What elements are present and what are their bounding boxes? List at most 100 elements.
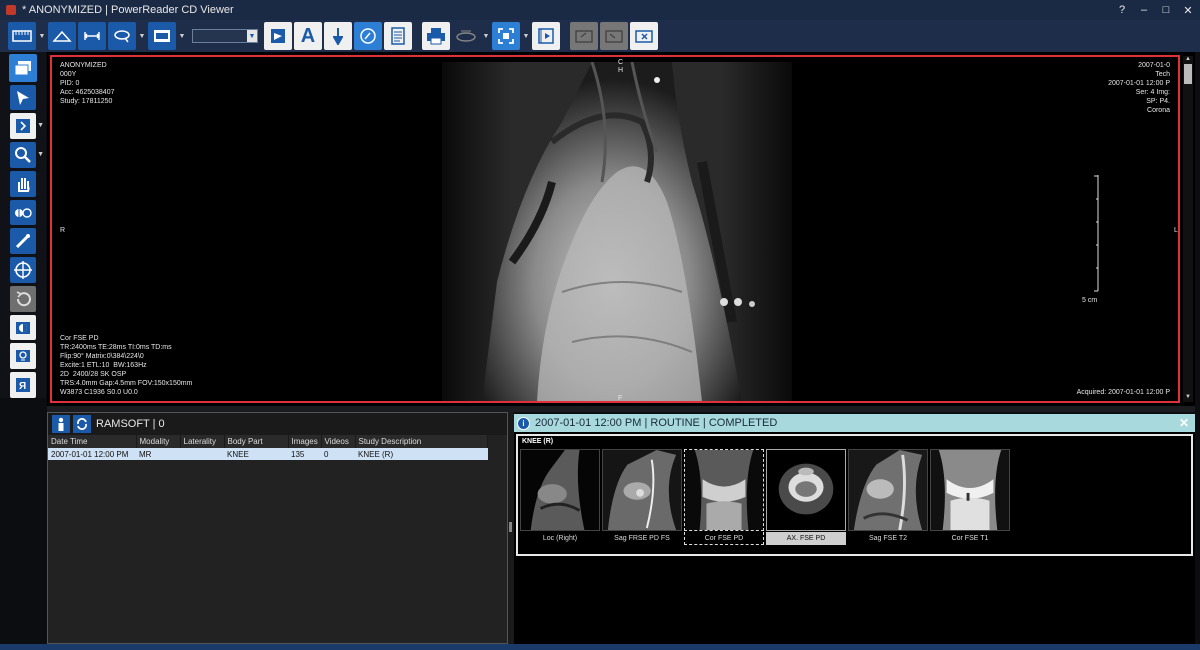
export-icon[interactable] — [570, 22, 598, 50]
key-image-icon[interactable] — [264, 22, 292, 50]
overlay-series-info: 2007-01-0 Tech 2007-01-01 12:00 P Ser: 4… — [1108, 62, 1170, 114]
text-annotation-icon[interactable]: A — [294, 22, 322, 50]
pointer-icon[interactable] — [10, 84, 36, 111]
close-study-icon[interactable] — [630, 22, 658, 50]
zoom-icon[interactable]: ▼ — [10, 142, 44, 168]
reset-icon[interactable] — [10, 285, 36, 312]
pan-icon[interactable] — [10, 170, 36, 197]
arrow-annotation-icon[interactable] — [324, 22, 352, 50]
series-panel: i 2007-01-01 12:00 PM | ROUTINE | COMPLE… — [514, 414, 1195, 644]
maximize-button[interactable]: □ — [1160, 4, 1172, 16]
measure-angle-icon[interactable] — [48, 22, 76, 50]
cell-date-time: 2007-01-01 12:00 PM — [48, 448, 136, 460]
cine-loop-icon[interactable] — [10, 343, 36, 370]
scroll-up-icon[interactable]: ▲ — [1183, 56, 1193, 64]
overlay-acquisition-info: Cor FSE PD TR:2400ms TE:28ms TI:0ms TD:m… — [60, 335, 193, 396]
series-image — [766, 449, 846, 531]
window-controls: ? – □ ✕ — [1116, 0, 1194, 20]
viewport[interactable]: ANONYMIZED 000Y PID: 0 Acc: 4625038407 S… — [50, 55, 1180, 403]
flip-icon[interactable]: Я — [10, 372, 36, 398]
series-layout-icon[interactable] — [9, 54, 37, 82]
fullscreen-dropdown-arrow[interactable]: ▼ — [522, 33, 530, 40]
cell-videos: 0 — [321, 448, 355, 460]
study-list-panel: RAMSOFT | 0 Date Time Modality Lateralit… — [47, 412, 508, 644]
burn-icon[interactable] — [452, 22, 480, 50]
stack-icon[interactable]: ▼ — [10, 113, 44, 140]
cell-laterality — [180, 448, 224, 460]
study-list-title: RAMSOFT | 0 — [96, 418, 165, 430]
close-icon[interactable]: ✕ — [1179, 416, 1189, 430]
window-level-dropdown-arrow[interactable]: ▼ — [178, 33, 186, 40]
col-laterality[interactable]: Laterality — [180, 435, 225, 448]
overlay-patient-info: ANONYMIZED 000Y PID: 0 Acc: 4625038407 S… — [60, 62, 115, 105]
series-thumbnail[interactable]: Cor FSE PD — [684, 449, 765, 546]
scroll-thumb[interactable] — [1184, 64, 1192, 84]
col-modality[interactable]: Modality — [136, 435, 181, 448]
series-image — [930, 449, 1010, 531]
col-body-part[interactable]: Body Part — [224, 435, 289, 448]
window-level-icon[interactable] — [10, 199, 36, 226]
series-thumbnail[interactable]: Loc (Right) — [520, 449, 601, 546]
series-header-title: 2007-01-01 12:00 PM | ROUTINE | COMPLETE… — [535, 417, 778, 429]
overlay-acquired-date: Acquired: 2007-01-01 12:00 P — [1076, 389, 1170, 396]
series-image — [520, 449, 600, 531]
crosshair-icon[interactable] — [10, 257, 36, 283]
table-row[interactable]: 2007-01-01 12:00 PM MR KNEE 135 0 KNEE (… — [48, 448, 488, 460]
series-thumbnails: Loc (Right) Sag FRSE PD FS Cor FSE PD AX… — [520, 449, 1011, 546]
series-label: Loc (Right) — [542, 535, 578, 542]
cell-images: 135 — [288, 448, 321, 460]
orientation-right: L — [1174, 227, 1178, 234]
orientation-left: R — [60, 227, 66, 234]
scroll-down-icon[interactable]: ▼ — [1183, 394, 1193, 402]
series-image — [602, 449, 682, 531]
fullscreen-icon[interactable] — [492, 22, 520, 50]
close-window-button[interactable]: ✕ — [1182, 4, 1194, 17]
layout-icon[interactable] — [8, 22, 36, 50]
layout-dropdown-arrow[interactable]: ▼ — [38, 33, 46, 40]
study-list-header: RAMSOFT | 0 — [48, 413, 507, 435]
burn-dropdown-arrow[interactable]: ▼ — [482, 33, 490, 40]
image-scrollbar[interactable]: ▲ ▼ — [1183, 56, 1193, 402]
series-thumbnail[interactable]: Cor FSE T1 — [930, 449, 1011, 546]
roi-icon[interactable] — [108, 22, 136, 50]
invert-icon[interactable] — [10, 314, 36, 341]
series-header: i 2007-01-01 12:00 PM | ROUTINE | COMPLE… — [514, 414, 1195, 432]
patient-icon[interactable] — [52, 415, 70, 433]
series-label: Cor FSE PD — [684, 532, 764, 545]
cell-modality: MR — [136, 448, 180, 460]
probe-icon[interactable] — [10, 228, 36, 255]
roi-dropdown-arrow[interactable]: ▼ — [138, 33, 146, 40]
series-thumbnail[interactable]: AX. FSE PD — [766, 449, 847, 546]
window-title: * ANONYMIZED | PowerReader CD Viewer — [22, 4, 234, 16]
title-bar: * ANONYMIZED | PowerReader CD Viewer ? –… — [0, 0, 1200, 20]
compass-icon[interactable] — [354, 22, 382, 50]
print-icon[interactable] — [422, 22, 450, 50]
info-icon[interactable]: i — [517, 416, 530, 430]
report-icon[interactable] — [384, 22, 412, 50]
series-thumbnail[interactable]: Sag FRSE PD FS — [602, 449, 683, 546]
orientation-top: C H — [618, 59, 624, 74]
series-label: Cor FSE T1 — [951, 535, 989, 542]
col-date-time[interactable]: Date Time — [48, 435, 137, 448]
help-button[interactable]: ? — [1116, 4, 1128, 16]
series-thumbnails-box: KNEE (R) Loc (Right) Sag FRSE PD FS Cor … — [516, 434, 1193, 556]
col-images[interactable]: Images — [288, 435, 322, 448]
window-level-icon[interactable] — [148, 22, 176, 50]
app-icon — [6, 5, 16, 15]
left-toolbar: ▼ ▼ Я — [0, 52, 46, 398]
scale-ruler — [1094, 175, 1099, 292]
chevron-down-icon[interactable]: ▼ — [247, 30, 257, 42]
col-videos[interactable]: Videos — [321, 435, 356, 448]
series-thumbnail[interactable]: Sag FSE T2 — [848, 449, 929, 546]
study-label: KNEE (R) — [522, 438, 554, 445]
refresh-icon[interactable] — [73, 415, 91, 433]
measure-distance-icon[interactable] — [78, 22, 106, 50]
col-study-description[interactable]: Study Description — [355, 435, 488, 448]
svg-text:Я: Я — [19, 381, 26, 392]
import-icon[interactable] — [600, 22, 628, 50]
cine-icon[interactable] — [532, 22, 560, 50]
mri-image — [442, 62, 792, 401]
preset-combo[interactable]: ▼ — [192, 29, 258, 43]
minimize-button[interactable]: – — [1138, 4, 1150, 16]
series-label: AX. FSE PD — [766, 532, 846, 545]
